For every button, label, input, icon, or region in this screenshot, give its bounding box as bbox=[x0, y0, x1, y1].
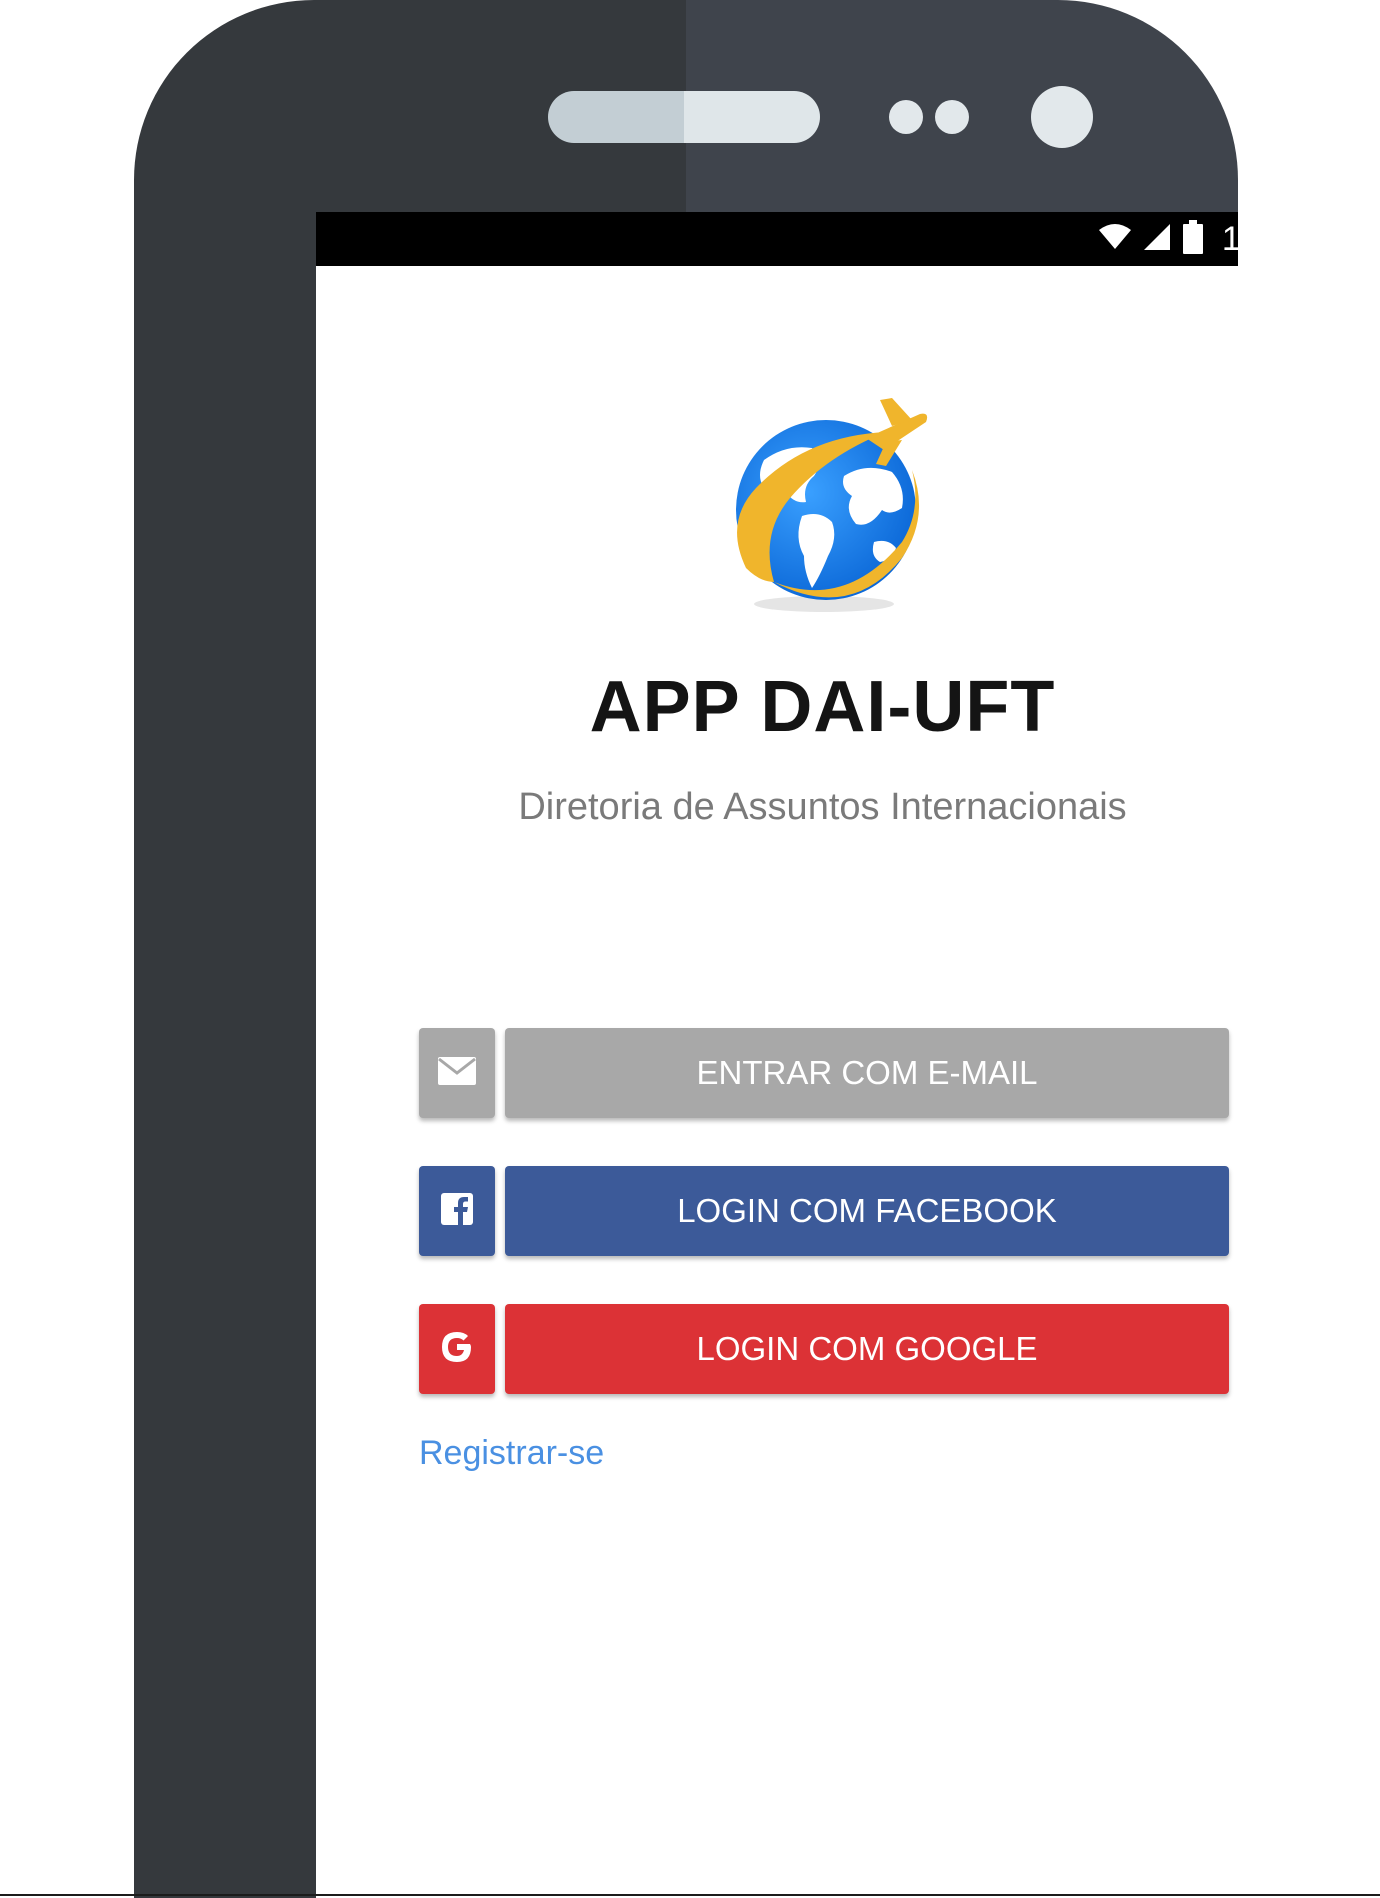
globe-airplane-logo bbox=[716, 392, 936, 622]
status-icons: 12:29 bbox=[1098, 219, 1238, 259]
google-login-row: LOGIN COM GOOGLE bbox=[419, 1304, 1229, 1394]
signal-icon bbox=[1142, 222, 1172, 257]
envelope-icon bbox=[437, 1056, 477, 1091]
light-sensor bbox=[935, 100, 969, 134]
battery-icon bbox=[1182, 219, 1204, 259]
email-login-row: ENTRAR COM E-MAIL bbox=[419, 1028, 1229, 1118]
app-title: APP DAI-UFT bbox=[589, 667, 1056, 747]
google-icon-button[interactable] bbox=[419, 1304, 495, 1394]
wifi-icon bbox=[1098, 223, 1132, 256]
app-subtitle: Diretoria de Assuntos Internacionais bbox=[518, 786, 1127, 828]
phone-screen: 12:29 bbox=[316, 212, 1238, 1898]
status-time: 12:29 bbox=[1221, 219, 1238, 258]
phone-frame: 12:29 bbox=[134, 0, 1238, 1898]
proximity-sensor bbox=[889, 100, 923, 134]
google-icon bbox=[439, 1329, 475, 1370]
stage: 12:29 bbox=[0, 0, 1380, 1898]
google-login-button[interactable]: LOGIN COM GOOGLE bbox=[505, 1304, 1229, 1394]
status-bar: 12:29 bbox=[316, 212, 1238, 266]
register-link[interactable]: Registrar-se bbox=[419, 1434, 604, 1473]
front-camera bbox=[1031, 86, 1093, 148]
email-login-button[interactable]: ENTRAR COM E-MAIL bbox=[505, 1028, 1229, 1118]
speaker-grille bbox=[548, 91, 820, 143]
bottom-divider bbox=[0, 1894, 1380, 1896]
facebook-icon-button[interactable] bbox=[419, 1166, 495, 1256]
facebook-icon bbox=[441, 1192, 473, 1230]
facebook-login-row: LOGIN COM FACEBOOK bbox=[419, 1166, 1229, 1256]
email-icon-button[interactable] bbox=[419, 1028, 495, 1118]
facebook-login-button[interactable]: LOGIN COM FACEBOOK bbox=[505, 1166, 1229, 1256]
